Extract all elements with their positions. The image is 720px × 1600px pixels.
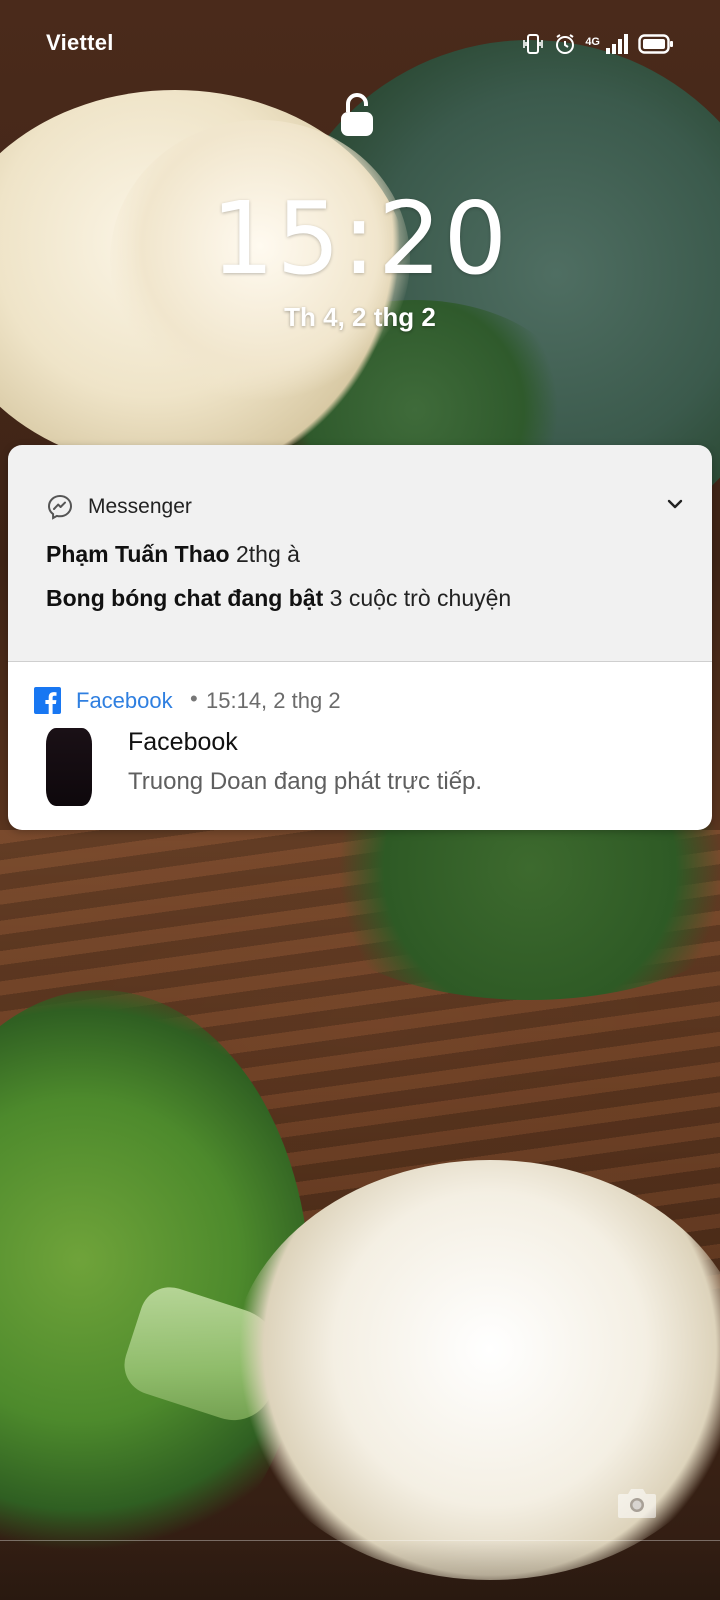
facebook-icon (34, 687, 61, 714)
camera-icon[interactable] (616, 1484, 658, 1522)
vibrate-icon (521, 32, 545, 61)
message-text: 2thg à (235, 541, 300, 567)
notification-thumbnail (46, 728, 92, 806)
lock-open-icon[interactable] (340, 92, 374, 138)
carrier-name: Viettel (46, 30, 114, 55)
message-sender: Bong bóng chat đang bật (46, 585, 324, 611)
notification-title: Facebook (128, 728, 238, 756)
wallpaper-shade (0, 1540, 720, 1600)
battery-icon (638, 33, 674, 60)
status-bar: Viettel 4G (0, 24, 720, 64)
clock-time: 15:20 (210, 180, 510, 297)
clock-date: Th 4, 2 thg 2 (284, 302, 436, 332)
separator-dot: • (190, 686, 198, 711)
divider (0, 1540, 720, 1541)
notification-text: Truong Doan đang phát trực tiếp. (128, 768, 483, 795)
signal-icon (604, 32, 630, 61)
messenger-icon (46, 493, 74, 521)
message-line: Bong bóng chat đang bật 3 cuộc trò chuyệ… (46, 585, 511, 612)
lock-screen: Viettel 4G 15:20 Th 4, 2 thg 2 Messenger… (0, 0, 720, 1600)
notification-facebook[interactable]: Facebook • 15:14, 2 thg 2 Facebook Truon… (8, 662, 712, 830)
message-sender: Phạm Tuấn Thao (46, 541, 230, 567)
network-type: 4G (585, 36, 600, 48)
notification-header: Messenger (46, 493, 192, 521)
chevron-down-icon[interactable] (664, 493, 686, 515)
notification-app-name: Facebook (76, 688, 173, 713)
notification-time: 15:14, 2 thg 2 (206, 688, 341, 713)
message-text: 3 cuộc trò chuyện (329, 585, 512, 611)
status-icons: 4G (521, 32, 674, 61)
notification-app-name: Messenger (88, 495, 192, 518)
alarm-icon (553, 32, 577, 61)
notification-stack: Messenger Phạm Tuấn Thao 2thg à Bong bón… (8, 445, 712, 830)
notification-messenger[interactable]: Messenger Phạm Tuấn Thao 2thg à Bong bón… (8, 445, 712, 662)
message-line: Phạm Tuấn Thao 2thg à (46, 541, 300, 568)
